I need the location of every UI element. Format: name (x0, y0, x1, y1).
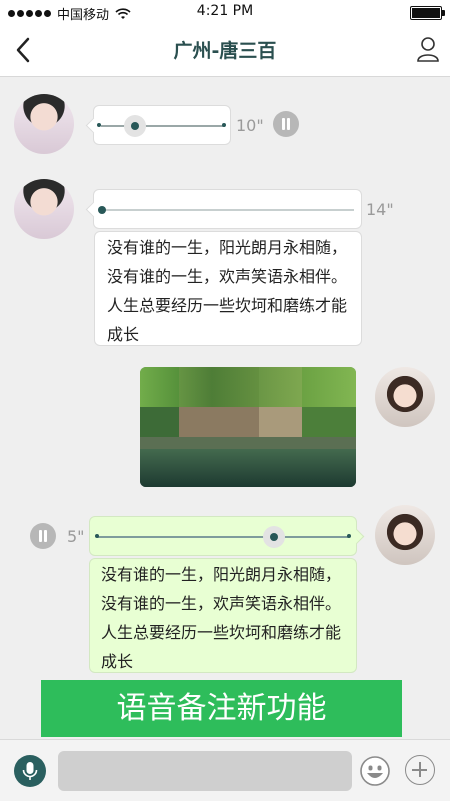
status-bar: 中国移动 4:21 PM (0, 0, 450, 24)
voice-message-bubble[interactable] (85, 189, 362, 229)
voice-track-start (95, 534, 99, 538)
voice-progress-track (101, 209, 354, 211)
microphone-icon (22, 762, 38, 780)
chat-title: 广州-唐三百 (173, 40, 277, 62)
voice-duration: 5" (67, 527, 85, 546)
input-bar (0, 739, 450, 801)
message-text: 没有谁的一生，阳光朗月永相随，没有谁的一生，欢声笑语永相伴。人生总要经历一些坎坷… (107, 238, 348, 344)
emoji-icon[interactable] (359, 755, 391, 787)
voice-track-end (222, 123, 226, 127)
voice-progress-track (97, 536, 349, 538)
text-message-bubble[interactable]: 没有谁的一生，阳光朗月永相随，没有谁的一生，欢声笑语永相伴。人生总要经历一些坎坷… (89, 558, 357, 673)
contact-avatar[interactable] (14, 179, 74, 239)
voice-note-feature-banner[interactable]: 语音备注新功能 (41, 680, 402, 737)
microphone-button[interactable] (14, 755, 46, 787)
voice-duration: 10" (236, 116, 264, 135)
voice-progress-knob[interactable] (98, 206, 106, 214)
message-input[interactable] (58, 751, 352, 791)
voice-message-bubble[interactable] (89, 516, 365, 556)
voice-progress-track (101, 125, 225, 127)
own-avatar[interactable] (375, 367, 435, 427)
navigation-bar: 广州-唐三百 (0, 24, 450, 77)
message-text: 没有谁的一生，阳光朗月永相随，没有谁的一生，欢声笑语永相伴。人生总要经历一些坎坷… (101, 565, 342, 671)
user-profile-icon[interactable] (416, 36, 440, 62)
own-avatar[interactable] (375, 505, 435, 565)
photo-message[interactable] (140, 367, 356, 487)
voice-message-bubble[interactable] (85, 105, 231, 145)
voice-duration: 14" (366, 200, 394, 219)
voice-progress-knob[interactable] (270, 533, 278, 541)
plus-icon[interactable] (405, 755, 435, 785)
text-message-bubble[interactable]: 没有谁的一生，阳光朗月永相随，没有谁的一生，欢声笑语永相伴。人生总要经历一些坎坷… (94, 231, 362, 346)
voice-track-end (347, 534, 351, 538)
pause-icon[interactable] (273, 111, 299, 137)
status-time: 4:21 PM (196, 3, 254, 19)
contact-avatar[interactable] (14, 94, 74, 154)
battery-icon (410, 6, 445, 20)
voice-track-start (97, 123, 101, 127)
pause-icon[interactable] (30, 523, 56, 549)
voice-progress-knob[interactable] (131, 122, 139, 130)
